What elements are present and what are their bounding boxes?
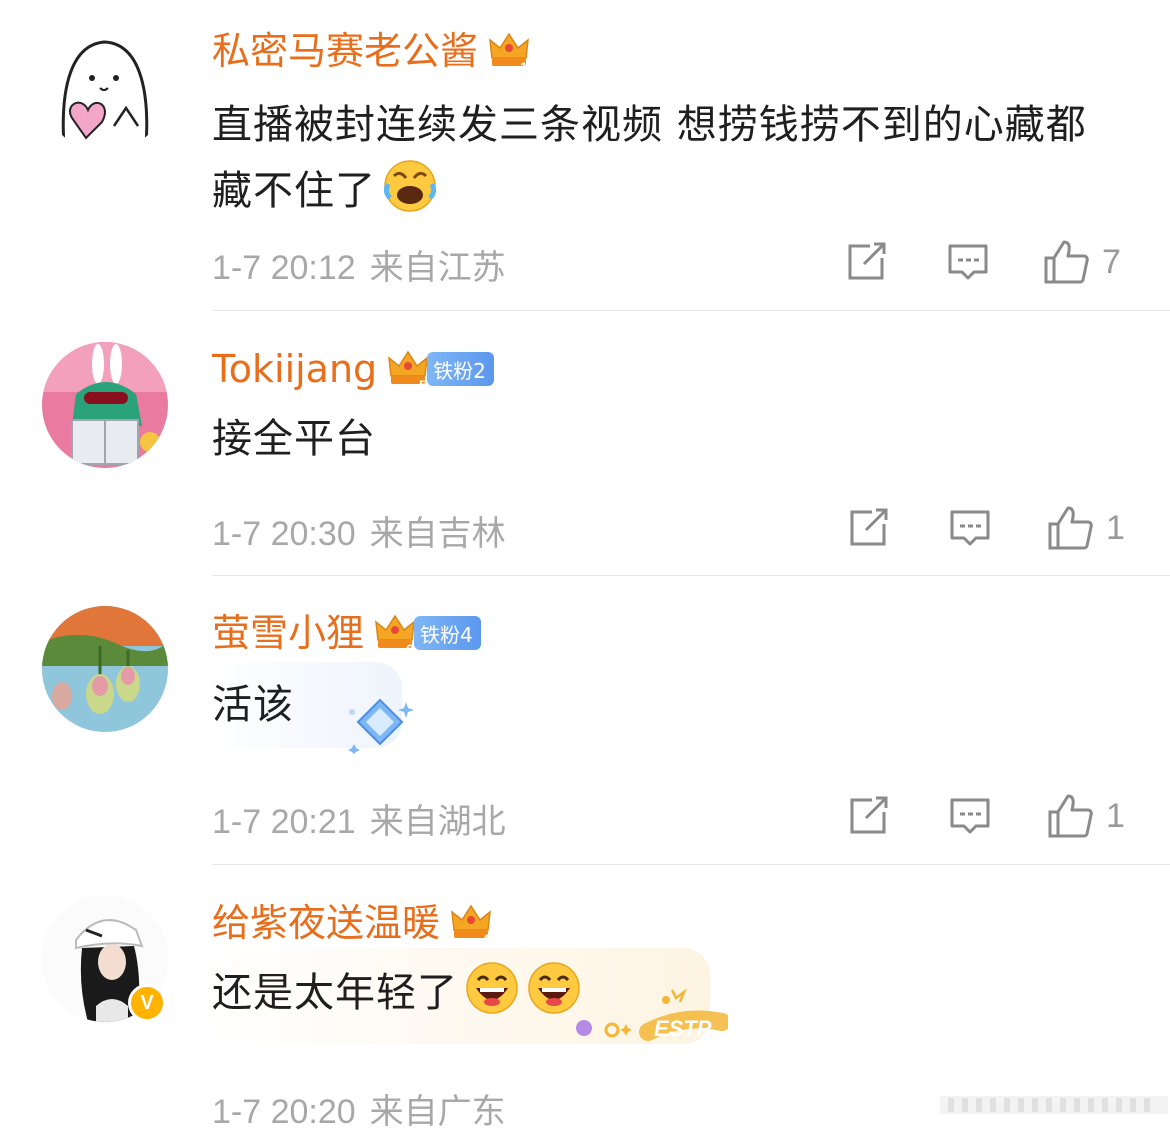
- comment-meta: 1-7 20:12 来自江苏: [212, 240, 506, 289]
- location: 来自江苏: [369, 248, 506, 288]
- reply-button[interactable]: [946, 788, 994, 844]
- verified-badge: V: [128, 984, 166, 1022]
- username[interactable]: 私密马赛老公酱: [212, 24, 478, 78]
- like-count: 1: [1106, 796, 1125, 835]
- name-row: 萤雪小狸 6 铁粉4: [212, 606, 481, 660]
- share-button[interactable]: [844, 500, 892, 556]
- crown-icon[interactable]: 5: [385, 346, 431, 392]
- name-row: Tokiijang 5 铁粉2: [212, 342, 494, 396]
- crown-icon[interactable]: 1: [486, 28, 532, 74]
- location: 来自广东: [369, 1092, 506, 1132]
- comment-meta: 1-7 20:30 来自吉林: [212, 506, 506, 555]
- timestamp: 1-7 20:12: [212, 249, 356, 287]
- estp-sticker: ESTP: [562, 984, 731, 1054]
- location: 来自吉林: [369, 514, 506, 554]
- share-icon: [844, 504, 892, 552]
- share-button[interactable]: [842, 234, 890, 290]
- crown-icon[interactable]: 4: [448, 900, 494, 946]
- svg-text:5: 5: [419, 377, 427, 392]
- like-button[interactable]: 1: [1046, 788, 1125, 844]
- grinning-emoji-icon: [464, 960, 520, 1016]
- fan-badge[interactable]: 铁粉2: [427, 352, 494, 386]
- comment-meta: 1-7 20:21 来自湖北: [212, 794, 506, 843]
- username[interactable]: 给紫夜送温暖: [212, 896, 440, 950]
- comment-item: 萤雪小狸 6 铁粉4 活该 1-7 20:21 来自湖北 1: [0, 576, 1170, 866]
- avatar[interactable]: [42, 342, 168, 468]
- username[interactable]: Tokiijang: [212, 342, 377, 396]
- action-bar: 1: [838, 788, 1138, 844]
- watermark: [940, 1090, 1168, 1120]
- reply-button[interactable]: [944, 234, 992, 290]
- thumbs-up-icon: [1046, 792, 1094, 840]
- username[interactable]: 萤雪小狸: [212, 606, 364, 660]
- comment-text: 活该: [212, 682, 294, 728]
- crown-icon[interactable]: 6: [372, 610, 418, 656]
- laughing-crying-emoji-icon: [382, 158, 438, 214]
- fan-badge[interactable]: 铁粉4: [414, 616, 481, 650]
- timestamp: 1-7 20:21: [212, 803, 356, 841]
- avatar[interactable]: [42, 26, 168, 152]
- name-row: 私密马赛老公酱 1: [212, 24, 532, 78]
- name-row: 给紫夜送温暖 4: [212, 896, 494, 950]
- divider: [212, 310, 1170, 311]
- comment-item: 私密马赛老公酱 1 直播被封连续发三条视频 想捞钱捞不到的心藏都藏不住了 1-7…: [0, 0, 1170, 312]
- thumbs-up-icon: [1042, 238, 1090, 286]
- comment-icon: [944, 238, 992, 286]
- share-icon: [844, 792, 892, 840]
- location: 来自湖北: [369, 802, 506, 842]
- comment-text: 接全平台: [212, 416, 376, 462]
- comment-text: 直播被封连续发三条视频 想捞钱捞不到的心藏都藏不住了: [212, 102, 1087, 214]
- share-icon: [842, 238, 890, 286]
- like-count: 1: [1106, 508, 1125, 547]
- avatar[interactable]: [42, 606, 168, 732]
- like-button[interactable]: 1: [1046, 500, 1125, 556]
- timestamp: 1-7 20:30: [212, 515, 356, 553]
- like-count: 7: [1102, 242, 1121, 281]
- like-button[interactable]: 7: [1042, 234, 1121, 290]
- reply-button[interactable]: [946, 500, 994, 556]
- action-bar: 7: [838, 234, 1138, 290]
- thumbs-up-icon: [1046, 504, 1094, 552]
- action-bar: 1: [838, 500, 1138, 556]
- svg-text:ESTP: ESTP: [654, 1016, 712, 1041]
- svg-text:6: 6: [406, 641, 414, 656]
- share-button[interactable]: [844, 788, 892, 844]
- comment-icon: [946, 504, 994, 552]
- comment-icon: [946, 792, 994, 840]
- svg-text:1: 1: [520, 59, 528, 74]
- comment-meta: 1-7 20:20 来自广东: [212, 1084, 506, 1133]
- comment-item: Tokiijang 5 铁粉2 接全平台 1-7 20:30 来自吉林 1: [0, 312, 1170, 576]
- divider: [212, 864, 1170, 865]
- timestamp: 1-7 20:20: [212, 1093, 356, 1131]
- svg-text:4: 4: [482, 931, 490, 946]
